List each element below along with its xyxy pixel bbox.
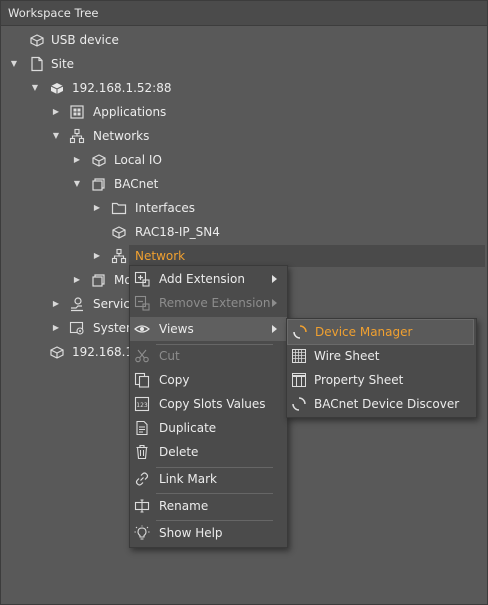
tree-item-networks[interactable]: ▼ Networks bbox=[1, 125, 487, 147]
remove-extension-icon bbox=[134, 295, 150, 311]
expand-down-icon[interactable]: ▼ bbox=[51, 131, 61, 141]
tree-item-label: RAC18-IP_SN4 bbox=[135, 225, 220, 239]
copy-icon bbox=[134, 372, 150, 388]
views-submenu: Device Manager Wire Sheet Property Sheet… bbox=[286, 318, 477, 418]
menu-item-label: Views bbox=[159, 322, 194, 336]
submenu-item-wire-sheet[interactable]: Wire Sheet bbox=[287, 344, 476, 368]
expand-right-icon[interactable]: ▶ bbox=[72, 155, 82, 165]
lightbulb-icon bbox=[134, 525, 150, 541]
menu-item-cut[interactable]: Cut bbox=[130, 344, 287, 368]
panel-title: Workspace Tree bbox=[8, 6, 99, 20]
tree-item-usb-device[interactable]: USB device bbox=[1, 29, 487, 51]
tree-item-label: BACnet bbox=[114, 177, 159, 191]
expand-right-icon[interactable]: ▶ bbox=[51, 323, 61, 333]
menu-item-label: Copy bbox=[159, 373, 190, 387]
device-filled-icon bbox=[49, 80, 65, 96]
submenu-arrow-icon bbox=[272, 275, 277, 283]
tree-item-local-io[interactable]: ▶ Local IO bbox=[1, 149, 487, 171]
tree-item-label: Networks bbox=[93, 129, 150, 143]
expand-down-icon[interactable]: ▼ bbox=[30, 83, 40, 93]
tree-item-label: Interfaces bbox=[135, 201, 195, 215]
submenu-item-device-manager[interactable]: Device Manager bbox=[287, 319, 474, 345]
device-icon bbox=[29, 32, 45, 48]
menu-item-label: Add Extension bbox=[159, 272, 245, 286]
menu-item-label: BACnet Device Discover bbox=[314, 397, 460, 411]
expand-down-icon[interactable]: ▼ bbox=[72, 179, 82, 189]
tree-item-label: 192.168.1.52:88 bbox=[72, 81, 172, 95]
eye-icon bbox=[134, 321, 150, 337]
expand-right-icon[interactable]: ▶ bbox=[92, 203, 102, 213]
add-extension-icon bbox=[134, 271, 150, 287]
discover-icon bbox=[291, 396, 307, 412]
menu-item-delete[interactable]: Delete bbox=[130, 440, 287, 464]
property-sheet-icon bbox=[291, 372, 307, 388]
expand-right-icon[interactable]: ▶ bbox=[51, 299, 61, 309]
tree-item-label: Local IO bbox=[114, 153, 162, 167]
applications-icon bbox=[69, 104, 85, 120]
device-icon bbox=[91, 152, 107, 168]
menu-item-label: Delete bbox=[159, 445, 199, 459]
network-icon bbox=[111, 248, 127, 264]
submenu-item-bacnet-device-discover[interactable]: BACnet Device Discover bbox=[287, 392, 476, 416]
menu-item-add-extension[interactable]: Add Extension bbox=[130, 267, 287, 291]
protocol-icon bbox=[91, 272, 107, 288]
expand-right-icon[interactable]: ▶ bbox=[92, 251, 102, 261]
menu-item-link-mark[interactable]: Link Mark bbox=[130, 467, 287, 491]
menu-item-show-help[interactable]: Show Help bbox=[130, 521, 287, 545]
device-icon bbox=[49, 344, 65, 360]
expand-down-icon[interactable]: ▼ bbox=[9, 59, 19, 69]
menu-item-remove-extension[interactable]: Remove Extension bbox=[130, 291, 287, 315]
rename-icon bbox=[134, 498, 150, 514]
folder-icon bbox=[111, 200, 127, 216]
context-menu: Add Extension Remove Extension Views Cut… bbox=[129, 265, 288, 548]
menu-item-copy-slots-values[interactable]: 123 Copy Slots Values bbox=[130, 392, 287, 416]
menu-item-label: Device Manager bbox=[315, 325, 413, 339]
menu-item-copy[interactable]: Copy bbox=[130, 368, 287, 392]
panel-header: Workspace Tree bbox=[1, 1, 487, 26]
svg-text:123: 123 bbox=[136, 402, 148, 409]
tree-item-bacnet[interactable]: ▼ BACnet bbox=[1, 173, 487, 195]
system-settings-icon bbox=[69, 320, 85, 336]
menu-item-label: Copy Slots Values bbox=[159, 397, 266, 411]
tree-item-rac18[interactable]: RAC18-IP_SN4 bbox=[1, 221, 487, 243]
tree-item-label: Network bbox=[135, 249, 186, 263]
menu-item-label: Show Help bbox=[159, 526, 223, 540]
submenu-arrow-icon bbox=[272, 299, 277, 307]
expand-right-icon[interactable]: ▶ bbox=[51, 107, 61, 117]
scissors-icon bbox=[134, 348, 150, 364]
device-manager-icon bbox=[292, 324, 308, 340]
tree-item-network[interactable]: ▶ Network bbox=[1, 245, 487, 267]
tree-item-label: Site bbox=[51, 57, 75, 71]
tree-item-site[interactable]: ▼ Site bbox=[1, 53, 487, 75]
copy-values-icon: 123 bbox=[134, 396, 150, 412]
submenu-item-property-sheet[interactable]: Property Sheet bbox=[287, 368, 476, 392]
tree-item-device-ip[interactable]: ▼ 192.168.1.52:88 bbox=[1, 77, 487, 99]
menu-item-views[interactable]: Views bbox=[130, 317, 287, 341]
menu-item-duplicate[interactable]: Duplicate bbox=[130, 416, 287, 440]
device-icon bbox=[111, 224, 127, 240]
submenu-arrow-icon bbox=[272, 325, 277, 333]
menu-item-label: Remove Extension bbox=[159, 296, 271, 310]
grid-icon bbox=[291, 348, 307, 364]
menu-item-label: Wire Sheet bbox=[314, 349, 380, 363]
tree-item-applications[interactable]: ▶ Applications bbox=[1, 101, 487, 123]
menu-item-label: Cut bbox=[159, 349, 180, 363]
tree-item-label: Applications bbox=[93, 105, 167, 119]
trash-icon bbox=[134, 444, 150, 460]
services-icon bbox=[69, 296, 85, 312]
tree-item-label: 192.168.1. bbox=[72, 345, 137, 359]
tree-item-label: USB device bbox=[51, 33, 119, 47]
menu-item-label: Rename bbox=[159, 499, 209, 513]
network-icon bbox=[69, 128, 85, 144]
menu-item-label: Duplicate bbox=[159, 421, 217, 435]
expand-right-icon[interactable]: ▶ bbox=[72, 275, 82, 285]
menu-item-label: Link Mark bbox=[159, 472, 217, 486]
tree-item-interfaces[interactable]: ▶ Interfaces bbox=[1, 197, 487, 219]
menu-item-rename[interactable]: Rename bbox=[130, 494, 287, 518]
protocol-icon bbox=[91, 176, 107, 192]
link-icon bbox=[134, 471, 150, 487]
duplicate-icon bbox=[134, 420, 150, 436]
menu-item-label: Property Sheet bbox=[314, 373, 404, 387]
file-icon bbox=[29, 56, 45, 72]
